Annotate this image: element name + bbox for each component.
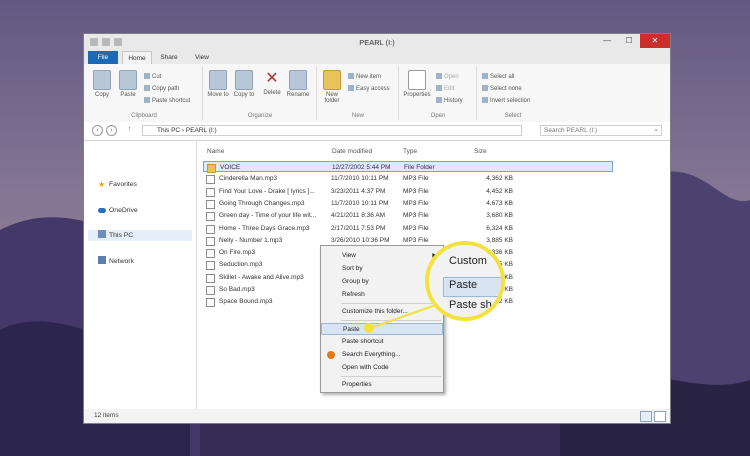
callout-connector <box>364 304 437 333</box>
magnified-item-custom: Custom <box>449 255 487 267</box>
magnified-item-paste: Paste <box>449 279 478 291</box>
magnified-item-paste-shortcut: Paste sh <box>449 299 492 311</box>
magnifier-callout: Custom Paste Paste sh <box>425 241 505 321</box>
